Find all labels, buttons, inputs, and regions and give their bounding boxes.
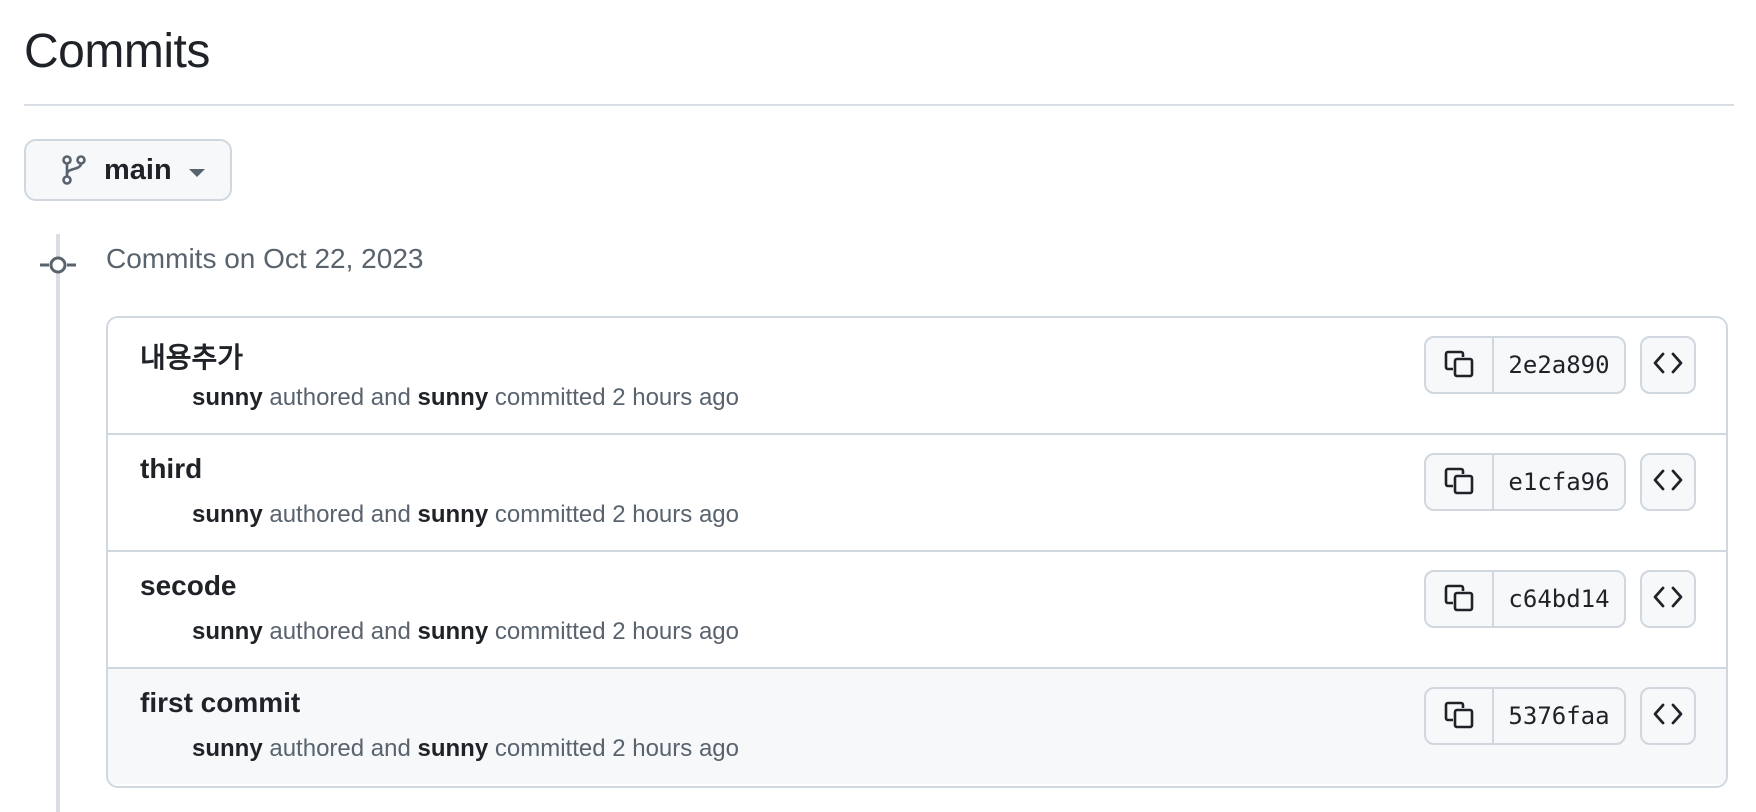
authored-text: authored and [269,501,411,528]
copy-icon [1444,465,1474,500]
timeline-line [56,234,60,812]
commit-sha-link[interactable]: c64bd14 [1494,572,1624,626]
authored-text: authored and [269,735,411,762]
browse-repo-button[interactable] [1640,687,1696,745]
title-divider [24,104,1734,106]
branch-name: main [104,153,172,186]
sha-button-group: c64bd14 [1424,570,1626,628]
committer-link[interactable]: sunny [418,501,489,528]
author-link[interactable]: sunny [192,501,263,528]
commit-row: first commit sunny authored and sunny co… [108,669,1726,784]
committer-link[interactable]: sunny [418,384,489,411]
sha-button-group: 2e2a890 [1424,336,1626,394]
copy-sha-button[interactable] [1426,455,1494,509]
commit-message-link[interactable]: first commit [140,687,300,719]
git-branch-icon [60,154,88,186]
author-link[interactable]: sunny [192,384,263,411]
git-commit-icon [40,250,76,280]
copy-sha-button[interactable] [1426,689,1494,743]
copy-icon [1444,348,1474,383]
branch-selector-button[interactable]: main [24,139,232,201]
commit-row: secode sunny authored and sunny committe… [108,552,1726,669]
commit-meta: sunny authored and sunny committed 2 hou… [192,735,739,763]
code-icon [1653,469,1683,496]
commit-meta: sunny authored and sunny committed 2 hou… [192,501,739,529]
commit-message-link[interactable]: secode [140,570,237,602]
commit-row: third sunny authored and sunny committed… [108,435,1726,552]
sha-button-group: 5376faa [1424,687,1626,745]
authored-text: authored and [269,618,411,645]
commit-meta: sunny authored and sunny committed 2 hou… [192,384,739,412]
committed-text: committed 2 hours ago [494,735,739,762]
commit-sha-link[interactable]: 2e2a890 [1494,338,1624,392]
commit-group-heading: Commits on Oct 22, 2023 [106,243,424,274]
browse-repo-button[interactable] [1640,570,1696,628]
author-link[interactable]: sunny [192,735,263,762]
copy-icon [1444,582,1474,617]
committed-text: committed 2 hours ago [494,618,739,645]
copy-sha-button[interactable] [1426,338,1494,392]
commit-meta: sunny authored and sunny committed 2 hou… [192,618,739,646]
committer-link[interactable]: sunny [418,618,489,645]
commit-sha-link[interactable]: e1cfa96 [1494,455,1624,509]
copy-icon [1444,699,1474,734]
caret-down-icon [188,165,206,177]
commit-list: 내용추가 sunny authored and sunny committed … [106,316,1728,788]
committer-link[interactable]: sunny [418,735,489,762]
code-icon [1653,352,1683,379]
authored-text: authored and [269,384,411,411]
committed-text: committed 2 hours ago [494,501,739,528]
code-icon [1653,586,1683,613]
commit-message-link[interactable]: 내용추가 [140,336,243,376]
copy-sha-button[interactable] [1426,572,1494,626]
commit-sha-link[interactable]: 5376faa [1494,689,1624,743]
page-title: Commits [24,25,210,78]
author-link[interactable]: sunny [192,618,263,645]
sha-button-group: e1cfa96 [1424,453,1626,511]
committed-text: committed 2 hours ago [494,384,739,411]
commit-row: 내용추가 sunny authored and sunny committed … [108,318,1726,435]
browse-repo-button[interactable] [1640,453,1696,511]
code-icon [1653,703,1683,730]
commit-message-link[interactable]: third [140,453,202,485]
browse-repo-button[interactable] [1640,336,1696,394]
